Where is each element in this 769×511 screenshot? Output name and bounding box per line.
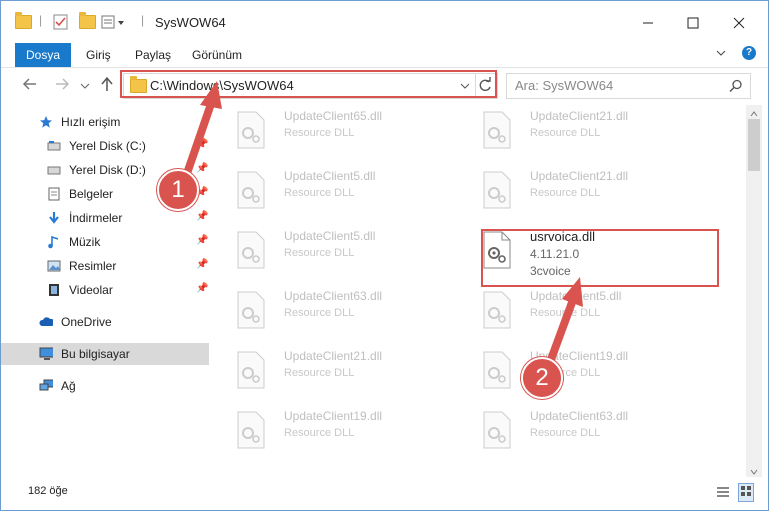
explorer-window: | | SysWOW64 Dosya Giriş Paylaş Görünüm … [0, 0, 769, 511]
step-2-badge: 2 [521, 357, 563, 399]
annotation-arrows [179, 81, 583, 377]
arrow-2-head [562, 277, 583, 307]
arrow-1-head [200, 81, 222, 109]
step-1-badge: 1 [157, 169, 199, 211]
